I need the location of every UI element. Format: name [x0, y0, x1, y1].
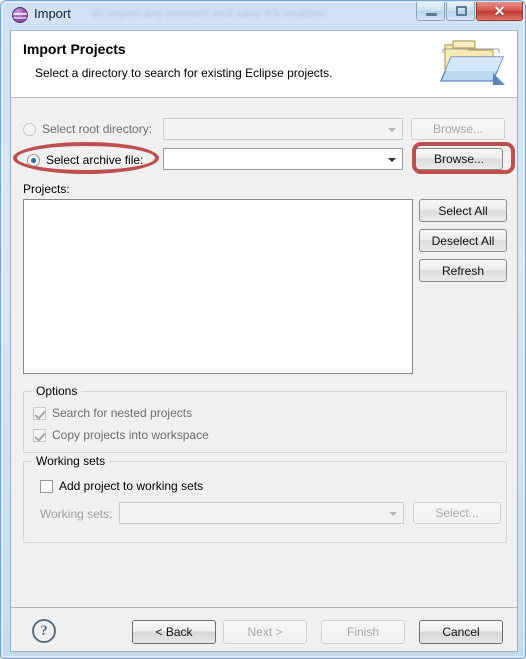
- working-sets-select-button: Select...: [413, 502, 501, 524]
- working-sets-combo-label: Working sets:: [40, 507, 113, 521]
- maximize-icon: [456, 6, 467, 16]
- working-sets-group-title: Working sets: [32, 454, 110, 468]
- browse-archive-file-button[interactable]: Browse...: [415, 148, 503, 170]
- search-nested-checkbox-indicator: [33, 406, 46, 420]
- dialog-client-area: Import Projects Select a directory to se…: [10, 30, 518, 652]
- page-description: Select a directory to search for existin…: [35, 66, 333, 80]
- refresh-button[interactable]: Refresh: [419, 259, 507, 282]
- cancel-button[interactable]: Cancel: [419, 620, 503, 644]
- search-nested-label: Search for nested projects: [52, 406, 193, 420]
- footer-separator: [11, 607, 517, 608]
- minimize-icon: [426, 13, 437, 16]
- add-working-sets-checkbox-indicator: [40, 479, 53, 493]
- close-icon: ✕: [493, 3, 506, 19]
- window-title: Import: [34, 6, 71, 21]
- working-sets-combo: [119, 502, 404, 524]
- chevron-down-icon: [389, 512, 397, 516]
- maximize-button[interactable]: [446, 2, 475, 21]
- add-working-sets-label: Add project to working sets: [59, 479, 204, 493]
- copy-projects-checkbox-indicator: [33, 428, 46, 442]
- radio-select-root-directory[interactable]: Select root directory:: [23, 118, 152, 140]
- radio-root-directory-label: Select root directory:: [42, 122, 153, 136]
- archive-file-combo[interactable]: [163, 148, 403, 170]
- browse-root-directory-button: Browse...: [411, 118, 505, 140]
- import-folder-icon: [433, 35, 509, 93]
- finish-button: Finish: [321, 620, 405, 644]
- minimize-button[interactable]: [416, 2, 445, 21]
- back-button[interactable]: < Back: [132, 620, 216, 644]
- projects-listbox[interactable]: [23, 199, 413, 374]
- dialog-body: Select root directory: Browse... Select …: [11, 98, 517, 651]
- window-controls: ✕: [416, 2, 523, 21]
- radio-select-archive-file[interactable]: Select archive file:: [27, 149, 143, 171]
- radio-archive-file-label: Select archive file:: [46, 153, 144, 167]
- page-title: Import Projects: [23, 41, 126, 57]
- eclipse-sphere-icon: [12, 7, 28, 23]
- root-directory-combo: [163, 118, 403, 140]
- window-titlebar[interactable]: to import any element and save it's loca…: [1, 1, 526, 30]
- options-group-title: Options: [32, 384, 82, 398]
- dialog-header: Import Projects Select a directory to se…: [11, 31, 517, 98]
- copy-projects-label: Copy projects into workspace: [52, 428, 209, 442]
- close-button[interactable]: ✕: [476, 2, 523, 21]
- checkbox-search-nested-projects: Search for nested projects: [33, 404, 192, 422]
- radio-archive-file-indicator: [27, 153, 40, 167]
- chevron-down-icon: [388, 128, 396, 132]
- import-dialog-window: to import any element and save it's loca…: [0, 0, 526, 659]
- deselect-all-button[interactable]: Deselect All: [419, 229, 507, 252]
- help-icon[interactable]: ?: [32, 619, 56, 643]
- titlebar-ghost-text: to import any element and save it's loca…: [93, 8, 326, 20]
- projects-label: Projects:: [23, 182, 70, 196]
- radio-root-directory-indicator: [23, 122, 36, 136]
- chevron-down-icon: [388, 158, 396, 162]
- checkbox-add-project-to-working-sets[interactable]: Add project to working sets: [40, 477, 203, 495]
- select-all-button[interactable]: Select All: [419, 199, 507, 222]
- next-button: Next >: [223, 620, 307, 644]
- checkbox-copy-projects-workspace: Copy projects into workspace: [33, 426, 209, 444]
